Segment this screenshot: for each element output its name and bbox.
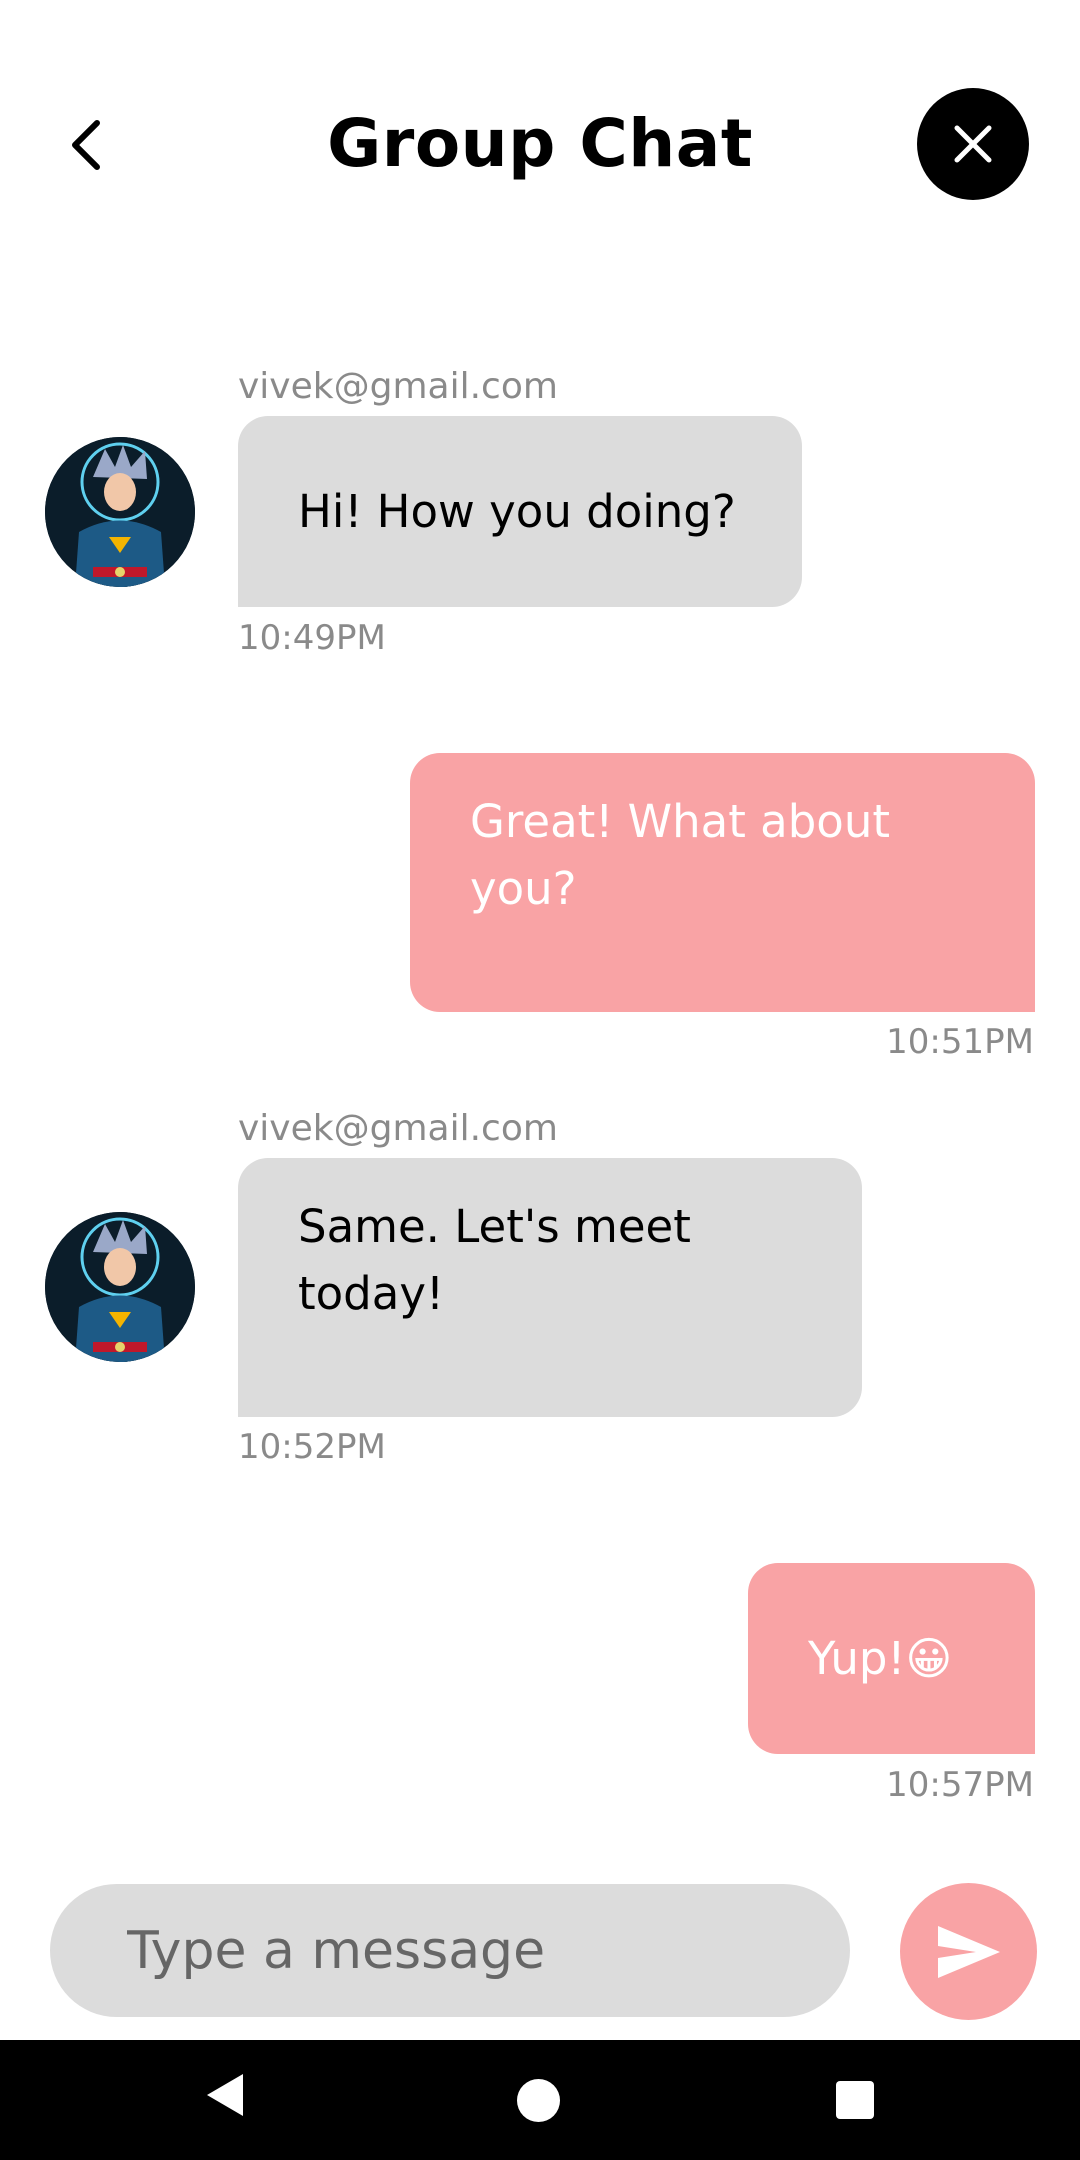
message-time: 10:52PM: [238, 1427, 386, 1467]
avatar[interactable]: [45, 1212, 195, 1362]
send-button[interactable]: [900, 1883, 1037, 2020]
message-text: Same. Let's meet today!: [298, 1200, 691, 1320]
message-bubble-outgoing[interactable]: Yup!😀: [748, 1563, 1035, 1754]
message-bubble-incoming[interactable]: Hi! How you doing?: [238, 416, 802, 607]
system-navigation-bar: [0, 2040, 1080, 2160]
message-time: 10:49PM: [238, 618, 386, 658]
message-bubble-outgoing[interactable]: Great! What about you?: [410, 753, 1035, 1012]
app-header: Group Chat: [0, 0, 1080, 300]
close-icon: [954, 125, 992, 163]
nav-back-icon[interactable]: [205, 2072, 245, 2118]
message-time: 10:57PM: [886, 1765, 1034, 1805]
send-icon: [937, 1925, 1000, 1978]
message-sender: vivek@gmail.com: [238, 366, 558, 407]
avatar-image: [45, 437, 195, 587]
message-text: Great! What about you?: [470, 795, 891, 915]
nav-home-icon[interactable]: [517, 2079, 560, 2122]
avatar[interactable]: [45, 437, 195, 587]
message-input[interactable]: [125, 1919, 850, 1982]
message-sender: vivek@gmail.com: [238, 1108, 558, 1149]
message-text: Hi! How you doing?: [298, 485, 736, 538]
nav-recents-icon[interactable]: [836, 2081, 874, 2119]
message-time: 10:51PM: [886, 1022, 1034, 1062]
message-bubble-incoming[interactable]: Same. Let's meet today!: [238, 1158, 862, 1417]
message-text: Yup!😀: [808, 1632, 953, 1685]
close-button[interactable]: [917, 88, 1029, 200]
avatar-image: [45, 1212, 195, 1362]
message-composer: [50, 1884, 850, 2017]
